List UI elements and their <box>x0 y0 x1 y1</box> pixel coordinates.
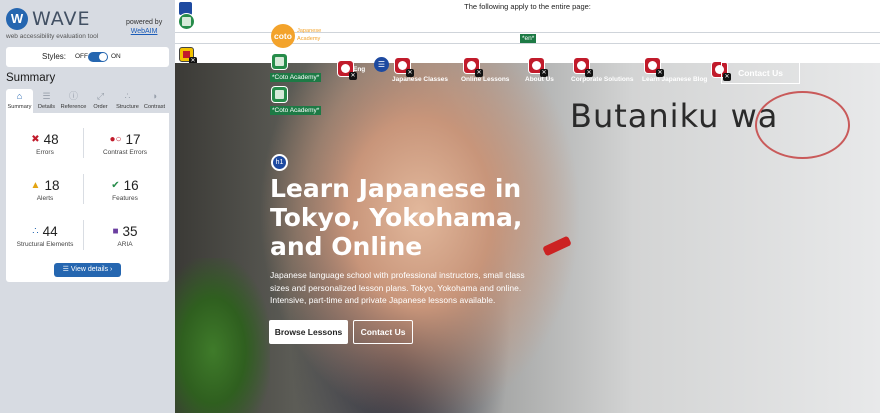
error-marker-icon[interactable] <box>529 58 548 77</box>
wave-sidebar: W WAVE web accessibility evaluation tool… <box>0 0 175 413</box>
webaim-link[interactable]: WebAIM <box>131 28 158 35</box>
stat-contrast-errors: ●○ 17 Contrast Errors <box>86 132 164 172</box>
contact-us-button[interactable]: Contact Us <box>353 320 413 344</box>
browse-lessons-button[interactable]: Browse Lessons <box>269 320 348 344</box>
page-wide-notice: The following apply to the entire page: <box>464 2 591 11</box>
stat-label: Structural Elements <box>16 241 74 248</box>
alert-marker-icon[interactable] <box>179 47 197 65</box>
styles-on-label: ON <box>111 53 121 60</box>
stat-label: Alerts <box>36 195 54 202</box>
tab-structure[interactable]: ∴ Structure <box>114 89 141 113</box>
nav-item-online-lessons[interactable]: Online Lessons <box>461 76 509 83</box>
error-marker-icon[interactable] <box>338 61 357 80</box>
error-marker-icon[interactable] <box>574 58 593 77</box>
whiteboard-text: Butaniku wa <box>570 97 779 135</box>
tab-contrast[interactable]: ◑ Contrast <box>141 89 168 113</box>
structure-icon: ∴ <box>32 226 39 237</box>
divider <box>83 174 84 204</box>
nav-contact-us-button[interactable]: Contact Us <box>721 62 800 84</box>
wave-brand: W WAVE web accessibility evaluation tool… <box>6 6 176 42</box>
alt-text-tag: *Coto Academy* <box>270 73 322 82</box>
tab-order[interactable]: ⤢ Order <box>87 89 114 113</box>
stat-alerts: ▲ 18 Alerts <box>6 178 84 218</box>
divider <box>83 220 84 250</box>
nav-item-japanese-classes[interactable]: Japanese Classes <box>392 76 448 83</box>
wave-subtitle: web accessibility evaluation tool <box>6 33 99 40</box>
powered-by-label: powered by <box>126 19 163 26</box>
styles-label: Styles: <box>42 52 67 61</box>
feature-icon: ✔ <box>111 180 120 191</box>
contrast-icon: ◑ <box>151 91 158 101</box>
lang-tag: *en* <box>520 34 537 43</box>
logo-wordmark: Japanese Academy <box>297 28 322 42</box>
hero-heading: Learn Japanese in Tokyo, Yokohama, and O… <box>270 174 523 261</box>
nav-item-corporate-solutions[interactable]: Corporate Solutions <box>571 76 633 83</box>
error-marker-icon[interactable] <box>464 58 483 77</box>
nav-item-blog[interactable]: Learn Japanese Blog <box>642 76 707 83</box>
stat-errors: ✖ 48 Errors <box>6 132 84 172</box>
panel-tabs: ⌂ Summary ☰ Details ⓘ Reference ⤢ Order … <box>6 89 169 113</box>
plant-image <box>175 258 270 413</box>
alt-text-tag: *Coto Academy* <box>270 106 322 115</box>
tab-reference[interactable]: ⓘ Reference <box>60 89 87 113</box>
stat-label: Contrast Errors <box>102 149 148 156</box>
marker-image <box>542 235 572 257</box>
stat-value: 17 <box>125 132 141 147</box>
aria-icon: ■ <box>112 226 119 237</box>
contrast-error-icon: ●○ <box>109 134 122 145</box>
stat-features: ✔ 16 Features <box>86 178 164 218</box>
stat-label: ARIA <box>117 241 133 248</box>
view-details-button[interactable]: ☰ View details › <box>54 263 121 277</box>
order-icon: ⤢ <box>96 91 105 101</box>
language-globe-icon[interactable] <box>179 14 194 29</box>
stat-label: Features <box>112 195 138 202</box>
stat-value: 18 <box>44 178 60 193</box>
tab-details[interactable]: ☰ Details <box>33 89 60 113</box>
alt-text-feature-icon[interactable] <box>272 87 287 102</box>
tab-label: Contrast <box>143 104 166 110</box>
hero-section: Butaniku wa Learn Japanese in Tokyo, Yok… <box>175 63 880 413</box>
list-icon: ☰ <box>42 91 51 101</box>
hero-description: Japanese language school with profession… <box>270 270 525 305</box>
summary-heading: Summary <box>6 72 56 84</box>
whiteboard-circle <box>755 91 850 159</box>
coto-logo-icon[interactable]: coto <box>271 24 295 48</box>
error-marker-icon[interactable] <box>645 58 664 77</box>
divider <box>83 128 84 158</box>
summary-panel: ✖ 48 Errors ●○ 17 Contrast Errors ▲ 18 Aler… <box>6 113 169 282</box>
powered-by: powered by WebAIM <box>126 18 162 37</box>
error-marker-icon[interactable] <box>395 58 414 77</box>
stat-value: 35 <box>122 224 138 239</box>
styles-toggle-row: Styles: OFF ON <box>6 47 169 67</box>
structure-icon: ∴ <box>124 91 131 101</box>
error-icon: ✖ <box>31 134 40 145</box>
stat-value: 44 <box>42 224 58 239</box>
wave-title: WAVE <box>32 8 91 30</box>
evaluated-page: The following apply to the entire page: … <box>175 0 880 413</box>
stat-value: 16 <box>123 178 139 193</box>
stat-aria: ■ 35 ARIA <box>86 224 164 264</box>
home-icon: ⌂ <box>16 91 23 101</box>
stat-value: 48 <box>43 132 59 147</box>
stat-label: Errors <box>36 149 54 156</box>
wave-logo-icon: W <box>6 8 28 30</box>
nav-item-about-us[interactable]: About Us <box>525 76 554 83</box>
info-icon: ⓘ <box>68 91 78 101</box>
nav-item-eng[interactable]: Eng <box>353 66 365 73</box>
tab-summary[interactable]: ⌂ Summary <box>6 89 33 113</box>
list-structure-icon[interactable]: ☰ <box>374 57 389 72</box>
stat-structural: ∴ 44 Structural Elements <box>6 224 84 264</box>
alert-icon: ▲ <box>30 180 41 191</box>
alt-text-feature-icon[interactable] <box>272 54 287 69</box>
heading-h1-icon[interactable]: h1 <box>271 154 288 171</box>
styles-toggle[interactable] <box>88 52 108 62</box>
styles-off-label: OFF <box>75 53 88 60</box>
